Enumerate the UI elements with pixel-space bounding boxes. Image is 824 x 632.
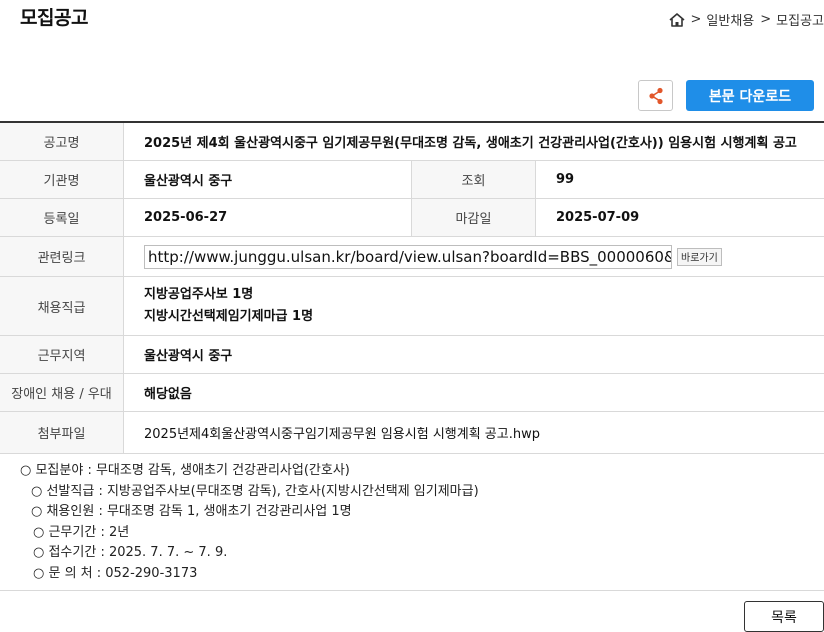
detail-line: ○ 채용인원 : 무대조명 감독 1, 생애초기 건강관리사업 1명 [31,504,352,519]
attachment-link[interactable]: 2025년제4회울산광역시중구임기제공무원 임용시험 시행계획 공고.hwp [124,412,824,453]
position-line: 지방시간선택제임기제마급 1명 [144,309,314,324]
table-row: 채용직급 지방공업주사보 1명 지방시간선택제임기제마급 1명 [0,277,824,336]
list-button[interactable]: 목록 [744,601,824,632]
disabled-hire-label: 장애인 채용 / 우대 [0,374,124,411]
link-label: 관련링크 [0,237,124,276]
table-row: 근무지역 울산광역시 중구 [0,336,824,374]
detail-line: ○ 문 의 처 : 052-290-3173 [33,565,198,581]
table-row: 장애인 채용 / 우대 해당없음 [0,374,824,412]
reg-date-label: 등록일 [0,199,124,236]
deadline-value: 2025-07-09 [556,210,640,225]
breadcrumb-separator: > [690,12,702,27]
deadline-label: 마감일 [412,199,536,236]
table-row: 기관명 울산광역시 중구 조회 99 [0,161,824,199]
region-label: 근무지역 [0,336,124,373]
detail-line: ○ 근무기간 : 2년 [33,524,130,540]
org-value: 울산광역시 중구 [124,161,412,198]
link-cell: http://www.junggu.ulsan.kr/board/view.ul… [124,237,824,276]
table-row: 등록일 2025-06-27 마감일 2025-07-09 [0,199,824,237]
title-value: 2025년 제4회 울산광역시중구 임기제공무원(무대조명 감독, 생애초기 건… [144,136,797,151]
page-title: 모집공고 [20,7,88,29]
breadcrumb-item-recruit-notice[interactable]: 모집공고 [776,10,824,29]
detail-line: ○ 접수기간 : 2025. 7. 7. ~ 7. 9. [33,545,228,560]
region-value: 울산광역시 중구 [144,349,233,364]
notice-details: ○ 모집분야 : 무대조명 감독, 생애초기 건강관리사업(간호사) ○ 선발직… [20,461,479,584]
home-icon[interactable] [668,12,686,28]
table-row: 첨부파일 2025년제4회울산광역시중구임기제공무원 임용시험 시행계획 공고.… [0,412,824,454]
share-button[interactable] [638,80,673,111]
related-link-field[interactable]: http://www.junggu.ulsan.kr/board/view.ul… [144,244,672,269]
position-line: 지방공업주사보 1명 [144,287,254,302]
org-label: 기관명 [0,161,124,198]
views-value: 99 [556,172,575,187]
attachment-label: 첨부파일 [0,412,124,453]
breadcrumb-item-general-recruit[interactable]: 일반채용 [706,10,754,29]
detail-line: ○ 선발직급 : 지방공업주사보(무대조명 감독), 간호사(지방시간선택제 임… [31,483,479,499]
share-icon [648,87,663,104]
info-table: 공고명 2025년 제4회 울산광역시중구 임기제공무원(무대조명 감독, 생애… [0,121,824,454]
breadcrumb-separator: > [760,12,772,27]
download-content-button[interactable]: 본문 다운로드 [686,80,814,111]
position-label: 채용직급 [0,277,124,335]
detail-line: ○ 모집분야 : 무대조명 감독, 생애초기 건강관리사업(간호사) [20,463,350,478]
divider [0,590,824,591]
reg-date-value: 2025-06-27 [124,199,412,236]
breadcrumb: > 일반채용 > 모집공고 [668,10,824,29]
position-value: 지방공업주사보 1명 지방시간선택제임기제마급 1명 [124,277,824,335]
table-row: 관련링크 http://www.junggu.ulsan.kr/board/vi… [0,237,824,277]
table-row: 공고명 2025년 제4회 울산광역시중구 임기제공무원(무대조명 감독, 생애… [0,123,824,161]
title-label: 공고명 [0,123,124,160]
go-link-button[interactable]: 바로가기 [677,247,722,266]
views-label: 조회 [412,161,536,198]
disabled-hire-value: 해당없음 [144,387,192,402]
